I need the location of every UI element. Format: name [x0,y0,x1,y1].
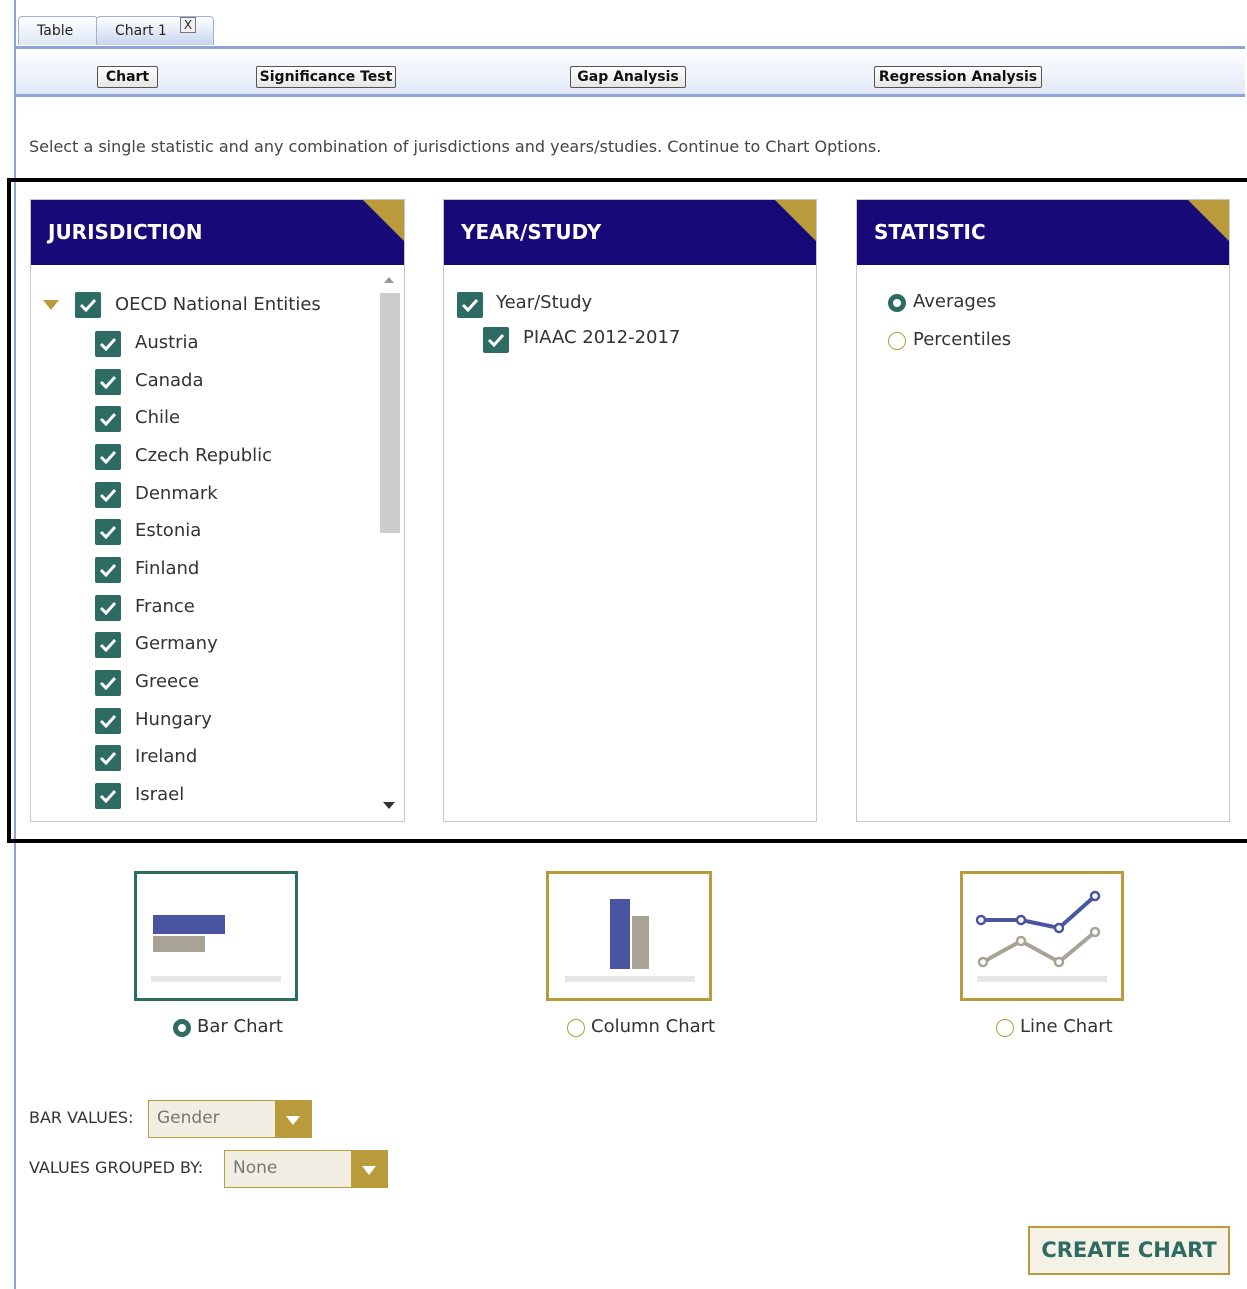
checkbox[interactable] [95,444,121,470]
jurisdiction-panel: JURISDICTION OECD National Entities Aust… [30,199,405,822]
scroll-thumb[interactable] [380,293,400,533]
bar-values-label: BAR VALUES: [29,1108,134,1127]
bar-values-dropdown[interactable]: Gender [148,1100,312,1138]
jurisdiction-label: Israel [135,784,185,805]
analysis-toolbar: Chart Significance Test Gap Analysis Reg… [16,56,1245,97]
tab-chart-1[interactable]: Chart 1 [96,16,214,45]
jurisdiction-list: OECD National Entities Austria Canada Ch… [31,265,404,821]
year-study-header: YEAR/STUDY [444,200,816,265]
checkbox[interactable] [95,331,121,357]
jurisdiction-label: Chile [135,407,181,428]
panel-corner-icon [363,200,404,242]
statistic-header: STATISTIC [857,200,1229,265]
chevron-down-icon [286,1116,300,1125]
checkbox[interactable] [95,745,121,771]
statistic-panel: STATISTIC Averages Percentiles [856,199,1230,822]
checkbox[interactable] [95,519,121,545]
bar-chart-radio[interactable] [173,1019,191,1037]
jurisdiction-label: Greece [135,671,200,692]
regression-analysis-button[interactable]: Regression Analysis [874,66,1042,88]
line-chart-label: Line Chart [1020,1016,1113,1037]
close-tab-button[interactable]: X [180,17,196,33]
checkbox[interactable] [95,482,121,508]
grouped-by-selected: None [233,1158,278,1178]
create-chart-button[interactable]: CREATE CHART [1028,1226,1230,1275]
expand-toggle-icon[interactable] [43,300,59,310]
chart-button[interactable]: Chart [97,66,158,88]
averages-radio[interactable] [888,294,906,312]
checkbox[interactable] [95,369,121,395]
checkbox[interactable] [483,327,509,353]
panel-corner-icon [775,200,816,242]
jurisdiction-scrollbar[interactable] [378,265,400,821]
chevron-down-icon [362,1166,376,1175]
column-chart-radio[interactable] [567,1019,585,1037]
gap-analysis-button[interactable]: Gap Analysis [570,66,686,88]
bar-chart-label: Bar Chart [197,1016,283,1037]
tab-table-label: Table [37,23,74,39]
jurisdiction-label: Austria [135,332,199,353]
scroll-down-icon[interactable] [383,802,395,809]
percentiles-label: Percentiles [913,329,1012,350]
tab-table[interactable]: Table [18,16,98,45]
jurisdiction-label: Denmark [135,483,218,504]
dropdown-toggle[interactable] [275,1101,311,1137]
panel-corner-icon [1188,200,1229,242]
scroll-up-icon[interactable] [384,277,394,283]
instruction-text: Select a single statistic and any combin… [29,137,882,156]
dropdown-toggle[interactable] [351,1151,387,1187]
year-study-list: Year/Study PIAAC 2012-2017 [444,265,816,821]
checkbox[interactable] [95,557,121,583]
jurisdiction-label: Ireland [135,746,198,767]
averages-label: Averages [913,291,997,312]
column-chart-card[interactable] [546,871,712,1001]
jurisdiction-label: Hungary [135,709,212,730]
percentiles-radio[interactable] [888,332,906,350]
checkbox[interactable] [95,632,121,658]
line-chart-radio[interactable] [996,1019,1014,1037]
jurisdiction-label: Finland [135,558,200,579]
jurisdiction-label: Czech Republic [135,445,273,466]
checkbox[interactable] [95,708,121,734]
year-study-group-label: Year/Study [496,292,593,313]
jurisdiction-label: Germany [135,633,218,654]
line-chart-icon [975,890,1107,982]
column-chart-icon [565,899,695,982]
statistic-options: Averages Percentiles [857,265,1229,821]
tab-chart-1-label: Chart 1 [115,23,167,39]
bar-values-selected: Gender [157,1108,220,1128]
checkbox[interactable] [95,406,121,432]
jurisdiction-label: Estonia [135,520,202,541]
significance-test-button[interactable]: Significance Test [256,66,396,88]
bar-chart-card[interactable] [134,871,298,1001]
checkbox[interactable] [95,595,121,621]
oecd-group-checkbox[interactable] [75,292,101,318]
jurisdiction-header: JURISDICTION [31,200,404,265]
year-study-label: PIAAC 2012-2017 [523,327,681,348]
jurisdiction-label: Canada [135,370,204,391]
oecd-group-label: OECD National Entities [115,294,321,315]
column-chart-label: Column Chart [591,1016,716,1037]
values-grouped-by-label: VALUES GROUPED BY: [29,1158,204,1177]
line-chart-card[interactable] [960,871,1124,1001]
bar-chart-icon [151,915,281,982]
year-study-panel: YEAR/STUDY Year/Study PIAAC 2012-2017 [443,199,817,822]
tab-bar: Table Chart 1 X [16,12,1245,49]
year-study-group-checkbox[interactable] [457,292,483,318]
checkbox[interactable] [95,783,121,809]
values-grouped-by-dropdown[interactable]: None [224,1150,388,1188]
jurisdiction-label: France [135,596,195,617]
checkbox[interactable] [95,670,121,696]
